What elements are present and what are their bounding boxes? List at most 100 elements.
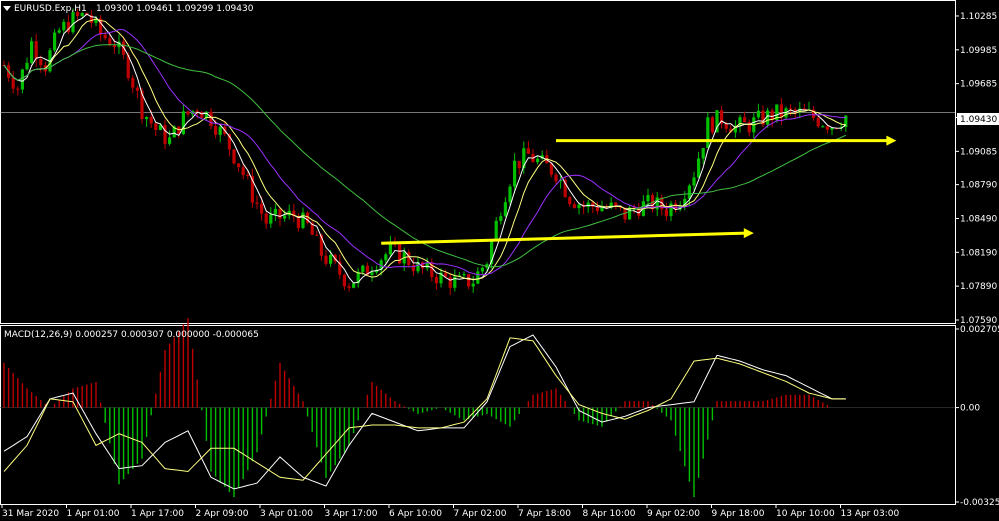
price-axis: 1.102851.099851.096851.093851.090851.087… xyxy=(955,12,999,508)
candle-body xyxy=(467,274,471,287)
candle-body xyxy=(264,213,268,224)
current-price-label: 1.09430 xyxy=(960,115,997,125)
candle-body xyxy=(154,123,158,130)
candle-body xyxy=(384,254,388,261)
candle-body xyxy=(508,186,512,203)
ma-violet-line xyxy=(3,28,846,276)
arrow-head-icon xyxy=(743,228,754,239)
time-tick-label: 1 Apr 17:00 xyxy=(131,509,184,519)
time-tick-label: 13 Apr 03:00 xyxy=(841,509,900,519)
candle-body xyxy=(20,69,24,90)
candle-body xyxy=(480,267,484,272)
candle-body xyxy=(664,209,668,217)
candle-body xyxy=(232,149,236,164)
candle-body xyxy=(103,34,107,39)
candle-body xyxy=(494,220,498,241)
candle-body xyxy=(586,202,590,207)
time-tick-label: 9 Apr 02:00 xyxy=(647,509,700,519)
candle-body xyxy=(614,202,618,206)
candle-body xyxy=(568,197,572,205)
candle-body xyxy=(448,277,452,288)
time-tick-label: 9 Apr 18:00 xyxy=(712,509,765,519)
candle-body xyxy=(476,271,480,284)
candle-body xyxy=(237,163,241,168)
candle-body xyxy=(816,117,820,127)
candle-body xyxy=(361,265,365,272)
candle-body xyxy=(743,117,747,123)
candle-body xyxy=(697,158,701,178)
macd-label: MACD(12,26,9) 0.000257 0.000307 0.000000… xyxy=(4,330,259,340)
candle-body xyxy=(789,108,793,110)
candle-body xyxy=(756,110,760,118)
candle-body xyxy=(278,208,282,219)
arrow-head-icon xyxy=(886,135,897,146)
candle-body xyxy=(218,126,222,135)
time-tick-label: 2 Apr 09:00 xyxy=(196,509,249,519)
candle-body xyxy=(25,62,29,70)
candle-body xyxy=(517,160,521,169)
candle-body xyxy=(214,126,218,135)
candle-body xyxy=(269,214,273,224)
candle-body xyxy=(181,111,185,135)
time-tick-label: 31 Mar 2020 xyxy=(2,509,59,519)
candle-body xyxy=(39,59,43,66)
candle-body xyxy=(324,255,328,264)
annotation-arrows-layer[interactable] xyxy=(381,135,897,245)
candle-body xyxy=(710,117,714,133)
candle-body xyxy=(273,208,277,215)
time-tick-label: 7 Apr 18:00 xyxy=(518,509,571,519)
ma-yellow-line xyxy=(3,18,846,280)
candle-body xyxy=(513,160,517,187)
candle-body xyxy=(499,216,503,221)
candle-body xyxy=(503,202,507,217)
candle-body xyxy=(255,202,259,204)
candle-body xyxy=(825,126,829,130)
candle-body xyxy=(706,117,710,149)
time-tick-label: 10 Apr 10:00 xyxy=(776,509,835,519)
candle-body xyxy=(53,32,57,51)
candle-body xyxy=(462,274,466,276)
trend-arrow-line xyxy=(381,231,746,245)
candle-body xyxy=(329,254,333,264)
macd-tick-label: 0.00 xyxy=(960,404,980,414)
price-tick-label: 1.09985 xyxy=(960,46,997,56)
chart-window[interactable]: 1.102851.099851.096851.093851.090851.087… xyxy=(0,0,999,521)
macd-line xyxy=(3,334,846,490)
candle-body xyxy=(779,104,783,118)
time-tick-label: 3 Apr 01:00 xyxy=(260,509,313,519)
candle-body xyxy=(388,243,392,255)
candle-body xyxy=(821,126,825,128)
candle-body xyxy=(57,30,61,33)
candle-body xyxy=(149,117,153,124)
macd-signal-line xyxy=(3,337,846,481)
chart-svg[interactable]: 1.102851.099851.096851.093851.090851.087… xyxy=(0,0,999,521)
candle-body xyxy=(30,41,34,63)
candle-body xyxy=(536,158,540,163)
candle-body xyxy=(526,148,530,154)
price-tick-label: 1.09685 xyxy=(960,80,997,90)
candle-body xyxy=(370,272,374,275)
candle-body xyxy=(301,212,305,228)
candle-body xyxy=(471,283,475,287)
time-tick-label: 1 Apr 01:00 xyxy=(67,509,120,519)
time-tick-label: 3 Apr 17:00 xyxy=(325,509,378,519)
price-tick-label: 1.07890 xyxy=(960,282,997,292)
candle-body xyxy=(830,128,834,130)
candle-body xyxy=(595,206,599,212)
macd-tick-label: 0.002705 xyxy=(960,325,999,335)
symbol-triangle-icon xyxy=(3,6,11,11)
candle-body xyxy=(16,88,20,90)
candle-body xyxy=(112,45,116,48)
candle-body xyxy=(145,117,149,120)
candle-body xyxy=(108,38,112,46)
candle-body xyxy=(554,174,558,182)
candle-body xyxy=(62,21,66,31)
price-tick-label: 1.08490 xyxy=(960,214,997,224)
candle-body xyxy=(131,78,135,88)
price-tick-label: 1.09085 xyxy=(960,147,997,157)
candle-body xyxy=(246,174,250,177)
ohlc-readout: 1.09300 1.09461 1.09299 1.09430 xyxy=(96,4,254,14)
candle-body xyxy=(71,12,75,33)
candle-body xyxy=(241,167,245,175)
candle-body xyxy=(186,111,190,115)
